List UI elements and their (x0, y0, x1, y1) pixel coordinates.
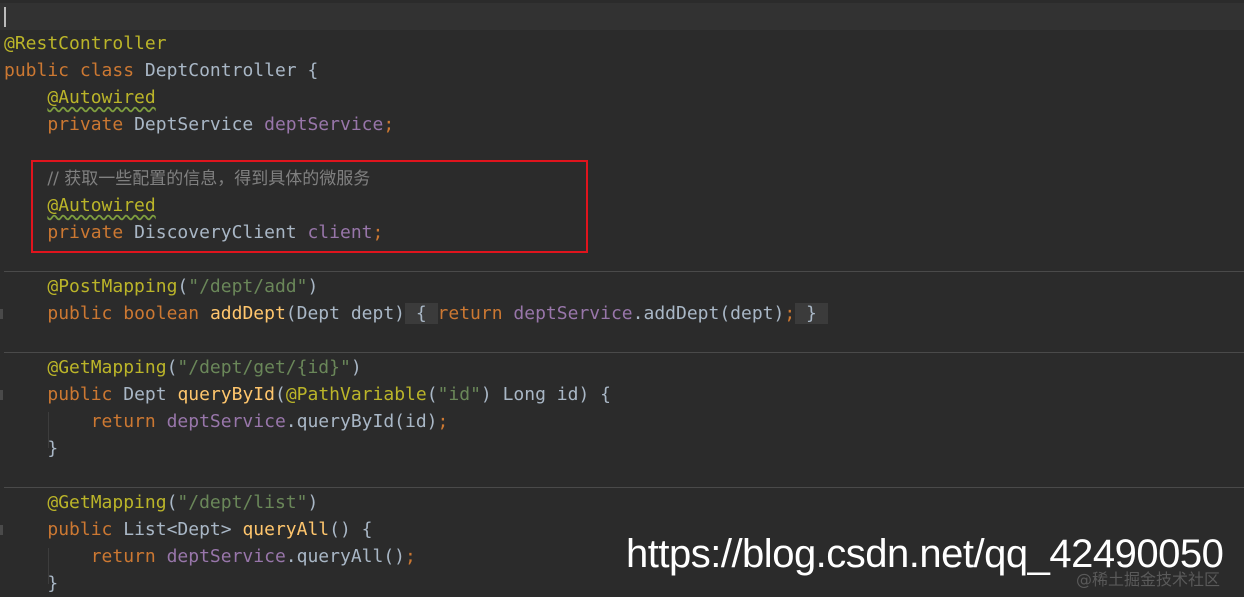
parameters: ) Long id) { (480, 384, 611, 405)
field-name: deptService (166, 411, 286, 432)
annotation: @GetMapping (47, 492, 167, 513)
folded-brace[interactable]: { (416, 303, 427, 324)
paren: ) (307, 276, 319, 297)
code-line[interactable]: } (4, 570, 58, 597)
type-name: Dept (123, 384, 167, 405)
brace: { (307, 60, 319, 81)
fold-marker-icon[interactable] (0, 309, 3, 319)
keyword: private (47, 114, 124, 135)
code-line[interactable]: @GetMapping("/dept/get/{id}") (4, 354, 362, 381)
parameters: () { (329, 519, 373, 540)
field-name: deptService (264, 114, 384, 135)
paren: ) (307, 492, 319, 513)
string-literal: "/dept/add" (188, 276, 308, 297)
brace: } (47, 573, 59, 594)
method-name: addDept (209, 303, 286, 324)
code-line[interactable]: @Autowired (4, 84, 156, 111)
fold-marker-icon[interactable] (0, 390, 3, 400)
code-line[interactable]: public Dept queryById(@PathVariable("id"… (4, 381, 611, 408)
code-editor[interactable]: @RestController public class DeptControl… (0, 0, 1244, 594)
keyword: return (437, 303, 503, 324)
method-name: queryAll (242, 519, 330, 540)
keyword: class (79, 60, 135, 81)
method-separator (4, 352, 1244, 353)
code-line[interactable]: return deptService.queryAll(); (4, 543, 416, 570)
code-line[interactable]: public boolean addDept(Dept dept) { retu… (4, 300, 828, 327)
field-name: deptService (513, 303, 633, 324)
string-literal: "/dept/get/{id}" (177, 357, 351, 378)
class-name: DeptController (144, 60, 297, 81)
annotation: @PostMapping (47, 276, 178, 297)
field-name: deptService (166, 546, 286, 567)
fold-marker-icon[interactable] (0, 525, 3, 535)
type-name: List<Dept> (123, 519, 232, 540)
method-call: .queryAll() (285, 546, 406, 567)
string-literal: "id" (437, 384, 481, 405)
method-call: .addDept(dept) (632, 303, 785, 324)
annotation: @Autowired (47, 87, 156, 108)
current-line-highlight (0, 3, 1244, 30)
paren: ( (166, 492, 178, 513)
keyword: return (90, 411, 156, 432)
code-line[interactable]: @PostMapping("/dept/add") (4, 273, 318, 300)
keyword: boolean (123, 303, 200, 324)
type-name: DeptService (134, 114, 254, 135)
paren: ) (350, 357, 362, 378)
semicolon: ; (383, 114, 395, 135)
code-line[interactable]: public class DeptController { (4, 57, 318, 84)
keyword: public (47, 519, 113, 540)
method-separator (4, 271, 1244, 272)
brace: } (47, 438, 59, 459)
highlight-box (31, 160, 588, 253)
paren: ( (177, 276, 189, 297)
code-line[interactable]: @RestController (4, 30, 167, 57)
code-line[interactable]: public List<Dept> queryAll() { (4, 516, 373, 543)
method-separator (4, 487, 1244, 488)
annotation: @GetMapping (47, 357, 167, 378)
method-call: .queryById(id) (285, 411, 438, 432)
keyword: return (90, 546, 156, 567)
annotation: @RestController (4, 33, 167, 54)
paren: ( (274, 384, 286, 405)
keyword: public (4, 60, 70, 81)
semicolon: ; (405, 546, 416, 567)
folded-brace[interactable]: } (806, 303, 817, 324)
semicolon: ; (437, 411, 449, 432)
code-line[interactable]: } (4, 435, 58, 462)
code-line[interactable]: @GetMapping("/dept/list") (4, 489, 318, 516)
url-watermark: https://blog.csdn.net/qq_42490050 (626, 532, 1224, 576)
semicolon: ; (784, 303, 796, 324)
string-literal: "/dept/list" (177, 492, 308, 513)
method-name: queryById (177, 384, 275, 405)
keyword: public (47, 384, 113, 405)
text-caret (4, 7, 6, 27)
annotation: @PathVariable (285, 384, 427, 405)
paren: ( (426, 384, 438, 405)
paren: ( (166, 357, 178, 378)
code-line[interactable]: private DeptService deptService; (4, 111, 394, 138)
code-line[interactable]: return deptService.queryById(id); (4, 408, 449, 435)
parameters: (Dept dept) (285, 303, 406, 324)
keyword: public (47, 303, 113, 324)
